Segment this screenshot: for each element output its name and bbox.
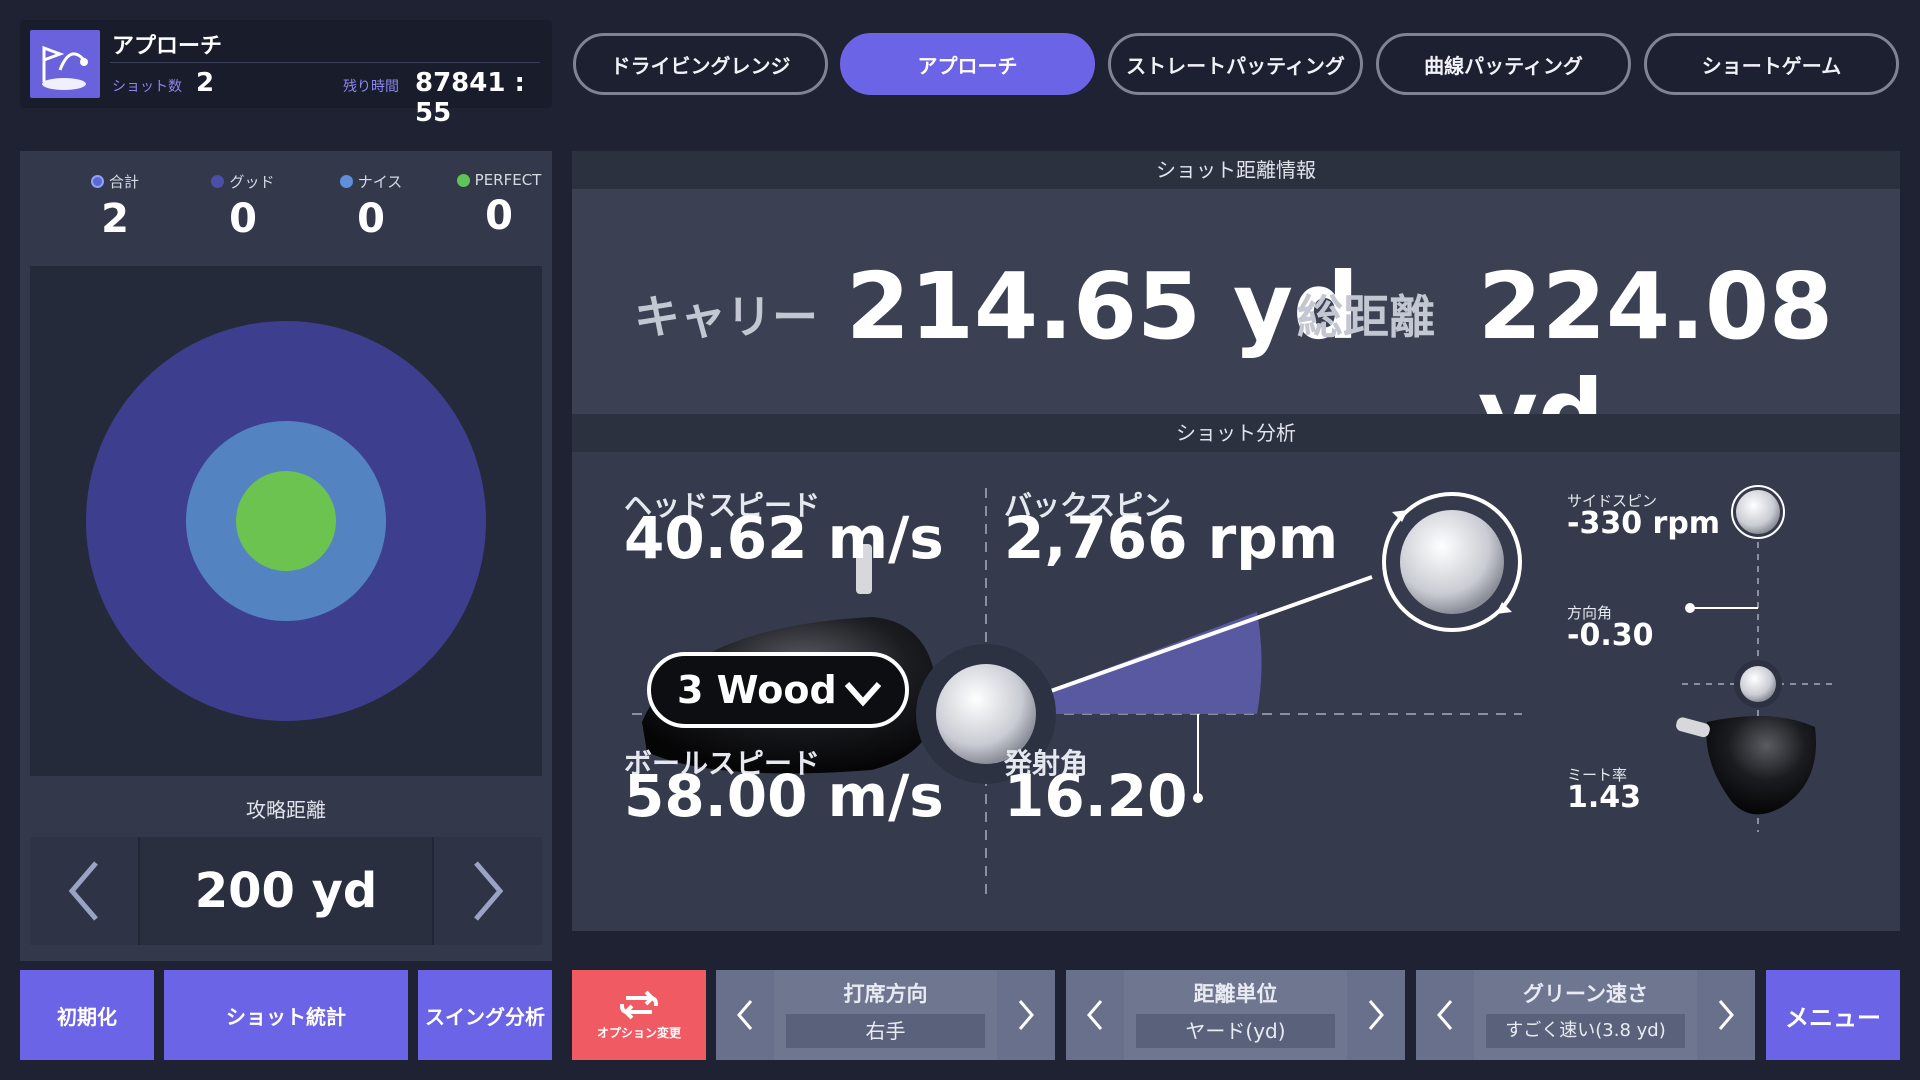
distance-info-area: キャリー 214.65 yd 総距離 224.08 yd	[572, 189, 1900, 467]
menu-button[interactable]: メニュー	[1766, 970, 1900, 1060]
chevron-left-icon	[68, 861, 98, 921]
driver-head-icon	[1706, 716, 1817, 815]
stat-perfect: PERFECT 0	[434, 171, 564, 239]
repeat-icon	[620, 990, 658, 1019]
chevron-left-icon	[1437, 1000, 1453, 1030]
shot-analysis-header: ショット分析	[572, 414, 1900, 452]
stat-label: ナイス	[357, 173, 403, 191]
target-inner-ring	[236, 471, 336, 571]
stat-good: グッド 0	[178, 171, 308, 242]
shot-count-label: ショット数	[112, 79, 182, 95]
tab-curve-putting[interactable]: 曲線パッティング	[1376, 33, 1631, 95]
stat-value: 0	[229, 196, 257, 242]
total-distance-label: 総距離	[1297, 290, 1435, 344]
options-change-button[interactable]: オプション変更	[572, 970, 706, 1060]
chevron-right-icon	[1368, 1000, 1384, 1030]
head-speed-value: 40.62 m/s	[624, 504, 944, 572]
smash-factor-value: 1.43	[1567, 780, 1642, 815]
sidespin-value: -330 rpm	[1567, 506, 1721, 541]
carry-value: 214.65 yd	[846, 253, 1359, 360]
chevron-right-icon	[474, 861, 504, 921]
mode-info-panel: アプローチ ショット数 2 残り時間 87841 : 55	[20, 20, 552, 128]
tab-driving-range[interactable]: ドライビングレンジ	[573, 33, 828, 95]
mode-title: アプローチ	[112, 34, 223, 59]
stat-label: PERFECT	[474, 171, 542, 189]
swing-analysis-button[interactable]: スイング分析	[418, 970, 552, 1060]
nice-dot-icon	[339, 175, 353, 188]
green-speed-stepper: グリーン速さ すごく速い(3.8 yd)	[1416, 970, 1755, 1060]
target-distance-selector: 200 yd	[30, 837, 542, 945]
target-panel: 合計 2 グッド 0 ナイス 0 PERFECT 0 攻略距離 200 yd	[20, 151, 552, 961]
club-selector[interactable]: 3 Wood	[647, 652, 909, 728]
stance-direction-title: 打席方向	[843, 982, 928, 1006]
distance-next-button[interactable]	[434, 837, 542, 945]
shot-stats-button[interactable]: ショット統計	[164, 970, 408, 1060]
stance-direction-stepper: 打席方向 右手	[716, 970, 1055, 1060]
stat-nice: ナイス 0	[306, 171, 436, 242]
green-speed-title: グリーン速さ	[1523, 982, 1648, 1006]
total-dot-icon	[90, 175, 104, 188]
reset-button[interactable]: 初期化	[20, 970, 154, 1060]
shot-analysis-area: ヘッドスピード 40.62 m/s バックスピン 2,766 rpm ボールスピ…	[572, 452, 1900, 931]
stat-value: 0	[357, 196, 385, 242]
remaining-time-value: 87841 : 55	[415, 68, 525, 128]
direction-angle-value: -0.30	[1567, 618, 1654, 653]
chevron-left-icon	[737, 1000, 753, 1030]
tab-approach[interactable]: アプローチ	[840, 33, 1095, 95]
distance-prev-button[interactable]	[30, 837, 138, 945]
distance-unit-value: ヤード(yd)	[1136, 1014, 1335, 1048]
carry-label: キャリー	[634, 290, 818, 344]
approach-mode-icon	[30, 30, 100, 98]
chevron-right-icon	[1718, 1000, 1734, 1030]
target-distance-value: 200 yd	[138, 837, 434, 945]
chevron-right-icon	[1018, 1000, 1034, 1030]
target-distance-label: 攻略距離	[246, 798, 326, 822]
divider	[110, 62, 540, 63]
tab-straight-putting[interactable]: ストレートパッティング	[1108, 33, 1363, 95]
backspin-value: 2,766 rpm	[1004, 504, 1339, 572]
perfect-dot-icon	[456, 173, 470, 187]
stat-label: 合計	[108, 173, 139, 191]
stat-label: グッド	[229, 173, 275, 191]
stance-direction-value: 右手	[786, 1014, 985, 1048]
chevron-left-icon	[1087, 1000, 1103, 1030]
remaining-time-label: 残り時間	[343, 79, 399, 95]
shot-info-panel: ショット距離情報 キャリー 214.65 yd 総距離 224.08 yd ショ…	[572, 151, 1900, 931]
stat-value: 0	[485, 193, 513, 239]
club-selector-label: 3 Wood	[677, 668, 837, 712]
distance-unit-stepper: 距離単位 ヤード(yd)	[1066, 970, 1405, 1060]
stance-next-button[interactable]	[997, 970, 1055, 1060]
tab-short-game[interactable]: ショートゲーム	[1644, 33, 1899, 95]
stat-value: 2	[101, 196, 129, 242]
impact-ball-icon	[1740, 666, 1776, 702]
good-dot-icon	[211, 175, 225, 188]
distance-unit-title: 距離単位	[1193, 982, 1278, 1006]
green-next-button[interactable]	[1697, 970, 1755, 1060]
unit-next-button[interactable]	[1347, 970, 1405, 1060]
options-change-label: オプション変更	[596, 1025, 681, 1040]
sidespin-ball-icon	[1736, 490, 1780, 534]
green-prev-button[interactable]	[1416, 970, 1474, 1060]
ball-speed-value: 58.00 m/s	[624, 762, 944, 830]
shot-count-value: 2	[196, 68, 215, 98]
stat-total: 合計 2	[50, 171, 180, 242]
chevron-down-icon	[844, 682, 882, 707]
launch-angle-value: 16.20	[1004, 762, 1188, 830]
green-speed-value: すごく速い(3.8 yd)	[1486, 1014, 1685, 1048]
target-map	[30, 266, 542, 776]
backspin-ball-icon	[1400, 510, 1504, 614]
distance-info-header: ショット距離情報	[572, 151, 1900, 189]
unit-prev-button[interactable]	[1066, 970, 1124, 1060]
stance-prev-button[interactable]	[716, 970, 774, 1060]
